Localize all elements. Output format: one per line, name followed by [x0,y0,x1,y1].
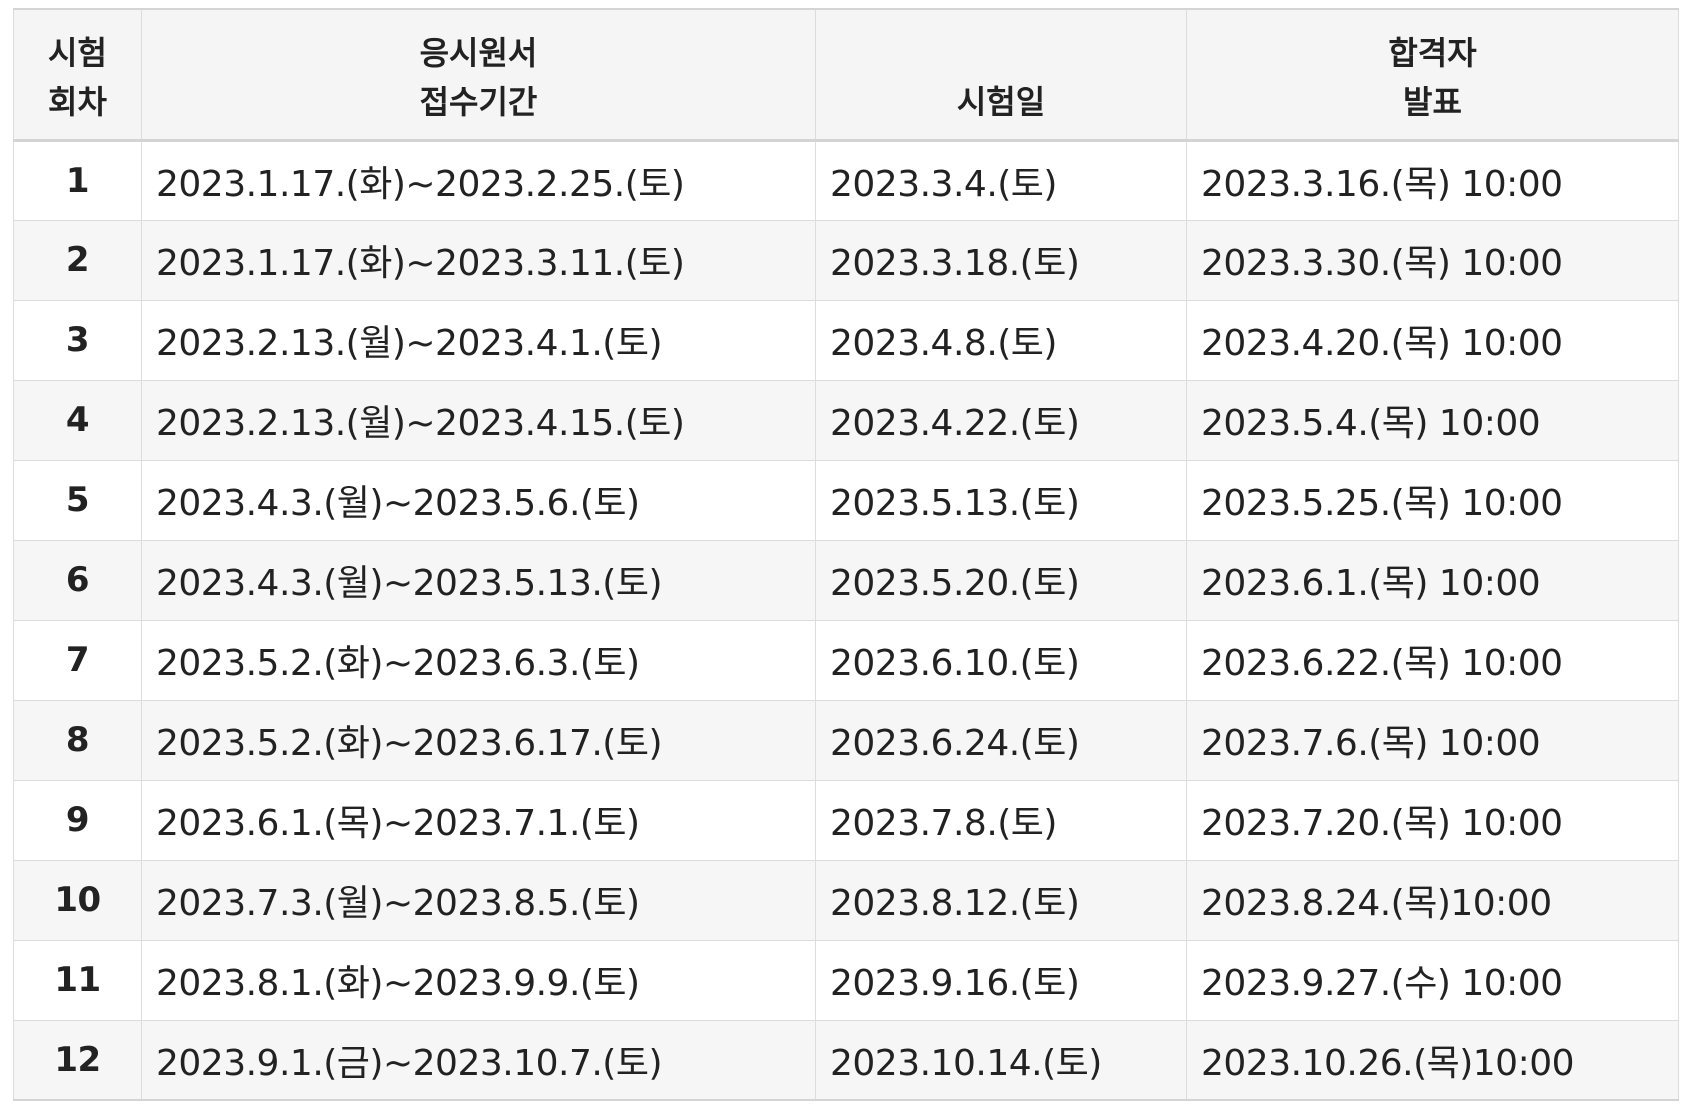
application-period-cell: 2023.9.1.(금)~2023.10.7.(토) [141,1019,816,1101]
round-cell: 1 [13,139,142,221]
announcement-cell: 2023.8.24.(목)10:00 [1186,859,1679,941]
application-period-cell: 2023.7.3.(월)~2023.8.5.(토) [141,859,816,941]
exam-date-cell: 2023.3.4.(토) [815,139,1187,221]
header-application-line2: 접수기간 [419,82,538,121]
round-cell: 3 [13,299,142,381]
announcement-cell: 2023.3.30.(목) 10:00 [1186,219,1679,301]
exam-date-cell: 2023.5.20.(토) [815,539,1187,621]
application-period-cell: 2023.1.17.(화)~2023.3.11.(토) [141,219,816,301]
table-row: 8 2023.5.2.(화)~2023.6.17.(토) 2023.6.24.(토)… [13,699,1679,781]
table-row: 2 2023.1.17.(화)~2023.3.11.(토) 2023.3.18.(토… [13,219,1679,301]
exam-date-cell: 2023.4.8.(토) [815,299,1187,381]
round-cell: 10 [13,859,142,941]
header-announcement-line1: 합격자 [1388,33,1477,72]
announcement-cell: 2023.4.20.(목) 10:00 [1186,299,1679,381]
announcement-cell: 2023.3.16.(목) 10:00 [1186,139,1679,221]
round-cell: 6 [13,539,142,621]
table-row: 4 2023.2.13.(월)~2023.4.15.(토) 2023.4.22.(토… [13,379,1679,461]
exam-date-cell: 2023.6.24.(토) [815,699,1187,781]
header-round-line2: 회차 [48,82,107,121]
exam-date-cell: 2023.4.22.(토) [815,379,1187,461]
table-header: 시험 회차 응시원서 접수기간 시험일 합격자 발표 [13,8,1679,142]
announcement-cell: 2023.10.26.(목)10:00 [1186,1019,1679,1101]
schedule-table-container: 시험 회차 응시원서 접수기간 시험일 합격자 발표 1 2023.1.17.(화… [13,8,1679,1101]
announcement-cell: 2023.5.25.(목) 10:00 [1186,459,1679,541]
round-cell: 12 [13,1019,142,1101]
exam-date-cell: 2023.7.8.(토) [815,779,1187,861]
table-row: 9 2023.6.1.(목)~2023.7.1.(토) 2023.7.8.(토) 20… [13,779,1679,861]
announcement-cell: 2023.5.4.(목) 10:00 [1186,379,1679,461]
round-cell: 8 [13,699,142,781]
exam-date-cell: 2023.10.14.(토) [815,1019,1187,1101]
application-period-cell: 2023.8.1.(화)~2023.9.9.(토) [141,939,816,1021]
header-announcement: 합격자 발표 [1186,8,1679,142]
announcement-cell: 2023.7.20.(목) 10:00 [1186,779,1679,861]
header-exam-date-label: 시험일 [956,82,1046,121]
table-row: 11 2023.8.1.(화)~2023.9.9.(토) 2023.9.16.(토)… [13,939,1679,1021]
table-body: 1 2023.1.17.(화)~2023.2.25.(토) 2023.3.4.(토)… [13,139,1679,1101]
announcement-cell: 2023.6.1.(목) 10:00 [1186,539,1679,621]
header-round-line1: 시험 [48,33,107,72]
application-period-cell: 2023.4.3.(월)~2023.5.6.(토) [141,459,816,541]
table-row: 3 2023.2.13.(월)~2023.4.1.(토) 2023.4.8.(토) 2… [13,299,1679,381]
table-row: 1 2023.1.17.(화)~2023.2.25.(토) 2023.3.4.(토)… [13,139,1679,221]
announcement-cell: 2023.9.27.(수) 10:00 [1186,939,1679,1021]
header-announcement-line2: 발표 [1403,82,1462,121]
application-period-cell: 2023.1.17.(화)~2023.2.25.(토) [141,139,816,221]
table-row: 10 2023.7.3.(월)~2023.8.5.(토) 2023.8.12.(토)… [13,859,1679,941]
table-row: 12 2023.9.1.(금)~2023.10.7.(토) 2023.10.14.(… [13,1019,1679,1101]
application-period-cell: 2023.6.1.(목)~2023.7.1.(토) [141,779,816,861]
round-cell: 9 [13,779,142,861]
application-period-cell: 2023.2.13.(월)~2023.4.15.(토) [141,379,816,461]
round-cell: 4 [13,379,142,461]
header-round: 시험 회차 [13,8,142,142]
exam-date-cell: 2023.3.18.(토) [815,219,1187,301]
round-cell: 11 [13,939,142,1021]
round-cell: 2 [13,219,142,301]
round-cell: 5 [13,459,142,541]
table-row: 6 2023.4.3.(월)~2023.5.13.(토) 2023.5.20.(토)… [13,539,1679,621]
table-row: 7 2023.5.2.(화)~2023.6.3.(토) 2023.6.10.(토) 2… [13,619,1679,701]
exam-date-cell: 2023.6.10.(토) [815,619,1187,701]
application-period-cell: 2023.4.3.(월)~2023.5.13.(토) [141,539,816,621]
header-application-line1: 응시원서 [419,33,538,72]
exam-date-cell: 2023.8.12.(토) [815,859,1187,941]
application-period-cell: 2023.2.13.(월)~2023.4.1.(토) [141,299,816,381]
exam-date-cell: 2023.5.13.(토) [815,459,1187,541]
exam-schedule-table: 시험 회차 응시원서 접수기간 시험일 합격자 발표 1 2023.1.17.(화… [13,8,1679,1101]
header-exam-date: 시험일 [815,8,1187,142]
header-application-period: 응시원서 접수기간 [141,8,816,142]
table-row: 5 2023.4.3.(월)~2023.5.6.(토) 2023.5.13.(토) 2… [13,459,1679,541]
announcement-cell: 2023.7.6.(목) 10:00 [1186,699,1679,781]
header-row: 시험 회차 응시원서 접수기간 시험일 합격자 발표 [13,8,1679,142]
announcement-cell: 2023.6.22.(목) 10:00 [1186,619,1679,701]
round-cell: 7 [13,619,142,701]
application-period-cell: 2023.5.2.(화)~2023.6.3.(토) [141,619,816,701]
application-period-cell: 2023.5.2.(화)~2023.6.17.(토) [141,699,816,781]
exam-date-cell: 2023.9.16.(토) [815,939,1187,1021]
